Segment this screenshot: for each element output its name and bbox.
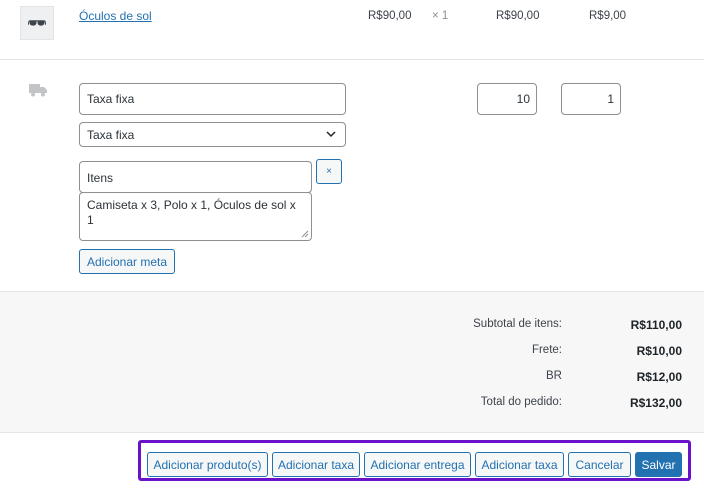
add-tax-button[interactable]: Adicionar taxa: [475, 452, 564, 477]
resize-handle-icon[interactable]: [301, 230, 309, 238]
order-total-value: R$132,00: [629, 396, 682, 410]
add-fee-button[interactable]: Adicionar taxa: [272, 452, 360, 477]
save-button[interactable]: Salvar: [635, 452, 682, 477]
items-subtotal-label: Subtotal de itens:: [473, 318, 562, 330]
meta-value-text: Camiseta x 3, Polo x 1, Óculos de sol x …: [87, 198, 296, 227]
shipping-method-select[interactable]: Taxa fixa: [79, 122, 346, 147]
chevron-down-icon: [326, 131, 336, 138]
order-actions-bar: Adicionar produto(s) Adicionar taxa Adic…: [138, 440, 691, 481]
sunglasses-icon: [28, 20, 46, 26]
meta-key-value: Itens: [87, 171, 114, 185]
shipping-total-value: R$10,00: [636, 344, 682, 358]
meta-value-textarea[interactable]: Camiseta x 3, Polo x 1, Óculos de sol x …: [79, 192, 312, 241]
add-meta-button[interactable]: Adicionar meta: [79, 249, 175, 274]
item-cost: R$90,00: [368, 10, 412, 22]
shipping-method-selected: Taxa fixa: [87, 128, 135, 142]
order-line-item: Óculos de sol R$90,00 × 1 R$90,00 R$9,00: [0, 0, 704, 60]
cancel-button[interactable]: Cancelar: [568, 452, 631, 477]
item-quantity: × 1: [432, 10, 449, 22]
order-total-label: Total do pedido:: [480, 396, 562, 408]
product-thumbnail: [20, 6, 54, 40]
tax-total-value: R$12,00: [636, 370, 682, 384]
order-totals: Subtotal de itens: R$110,00 Frete: R$10,…: [0, 291, 704, 433]
shipping-name-input[interactable]: Taxa fixa: [79, 83, 346, 115]
shipping-total-label: Frete:: [531, 344, 562, 356]
item-tax: R$9,00: [589, 10, 627, 22]
shipping-tax-input[interactable]: 1: [561, 83, 621, 115]
add-shipping-button[interactable]: Adicionar entrega: [364, 452, 471, 477]
items-subtotal-value: R$110,00: [630, 318, 682, 332]
add-product-button[interactable]: Adicionar produto(s): [147, 452, 268, 477]
tax-total-label: BR: [546, 370, 562, 382]
shipping-name-value: Taxa fixa: [87, 92, 135, 106]
shipping-line-editor: Taxa fixa Taxa fixa Itens × Camiseta x 3…: [0, 61, 704, 291]
meta-key-input[interactable]: Itens: [79, 161, 312, 193]
remove-meta-button[interactable]: ×: [316, 159, 342, 184]
truck-icon: [29, 84, 47, 97]
product-name-link[interactable]: Óculos de sol: [79, 9, 152, 23]
item-total: R$90,00: [496, 10, 540, 22]
shipping-cost-input[interactable]: 10: [477, 83, 537, 115]
